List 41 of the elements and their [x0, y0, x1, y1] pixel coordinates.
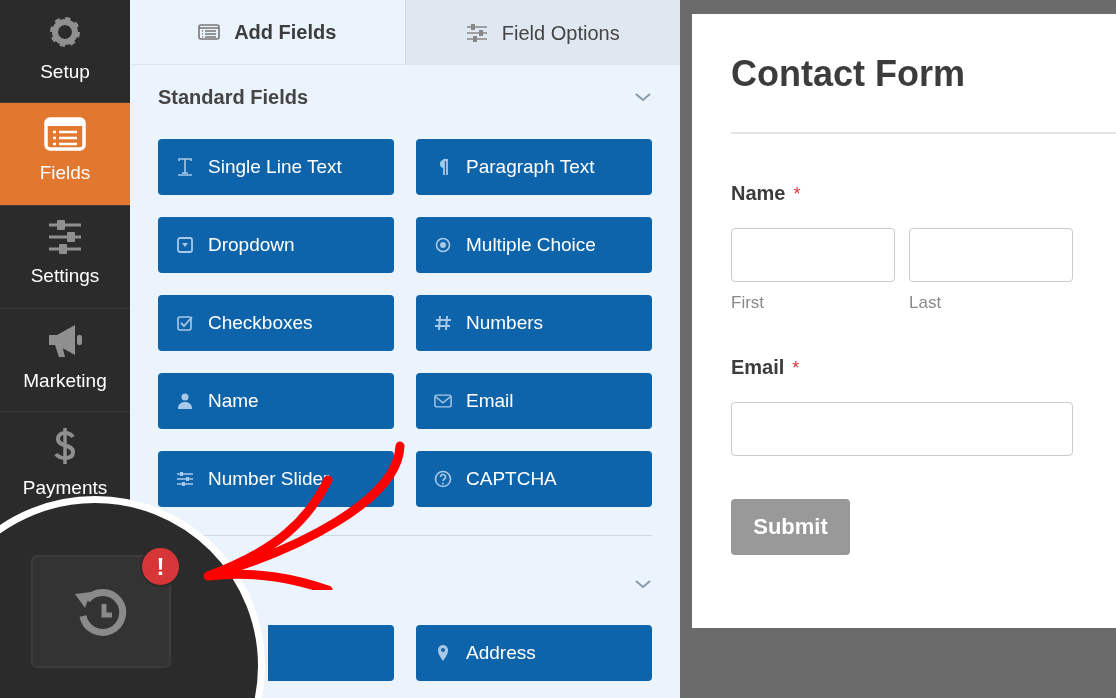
- field-button[interactable]: Email: [416, 373, 652, 429]
- hash-icon: [434, 314, 452, 332]
- input-field[interactable]: [731, 401, 1073, 456]
- sliders-icon: [47, 220, 83, 254]
- input-field[interactable]: [731, 228, 895, 282]
- field-button[interactable]: Dropdown: [158, 217, 394, 273]
- field-button[interactable]: Multiple Choice: [416, 217, 652, 273]
- sliders-icon: [465, 23, 488, 42]
- field-button[interactable]: Numbers: [416, 295, 652, 351]
- input-field[interactable]: [909, 228, 1073, 282]
- form-icon: [44, 117, 86, 151]
- person-icon: [176, 393, 194, 409]
- sublabel: Last: [909, 292, 943, 314]
- form-title: Contact Form: [731, 54, 966, 94]
- section-title: Standard Fields: [158, 85, 309, 110]
- required-mark: *: [792, 356, 800, 380]
- field-label: Name: [731, 181, 786, 206]
- question-icon: [434, 470, 452, 488]
- field-button[interactable]: Name: [158, 373, 394, 429]
- chevron-down-icon[interactable]: [634, 92, 652, 102]
- field-button[interactable]: CAPTCHA: [416, 451, 652, 507]
- text-icon: [176, 158, 194, 176]
- envelope-icon: [434, 393, 452, 409]
- dollar-icon: [53, 426, 77, 466]
- required-mark: *: [793, 183, 801, 206]
- field-button[interactable]: Single Line Text: [158, 139, 394, 195]
- revisions-button[interactable]: [31, 555, 171, 668]
- sublabel: First: [731, 292, 766, 314]
- tab[interactable]: Field Options: [404, 0, 680, 65]
- field-button[interactable]: Address: [416, 625, 652, 681]
- checkbox-icon: [176, 315, 194, 331]
- sliders-icon: [176, 471, 194, 487]
- gear-icon: [47, 14, 83, 50]
- field-label: Email: [731, 354, 785, 380]
- field-button[interactable]: Checkboxes: [158, 295, 394, 351]
- field-button[interactable]: Paragraph Text: [416, 139, 652, 195]
- field-button[interactable]: [268, 625, 394, 681]
- dropdown-icon: [176, 237, 194, 253]
- chevron-down-icon[interactable]: [634, 578, 652, 589]
- radio-icon: [434, 237, 452, 253]
- list-icon: [198, 24, 221, 40]
